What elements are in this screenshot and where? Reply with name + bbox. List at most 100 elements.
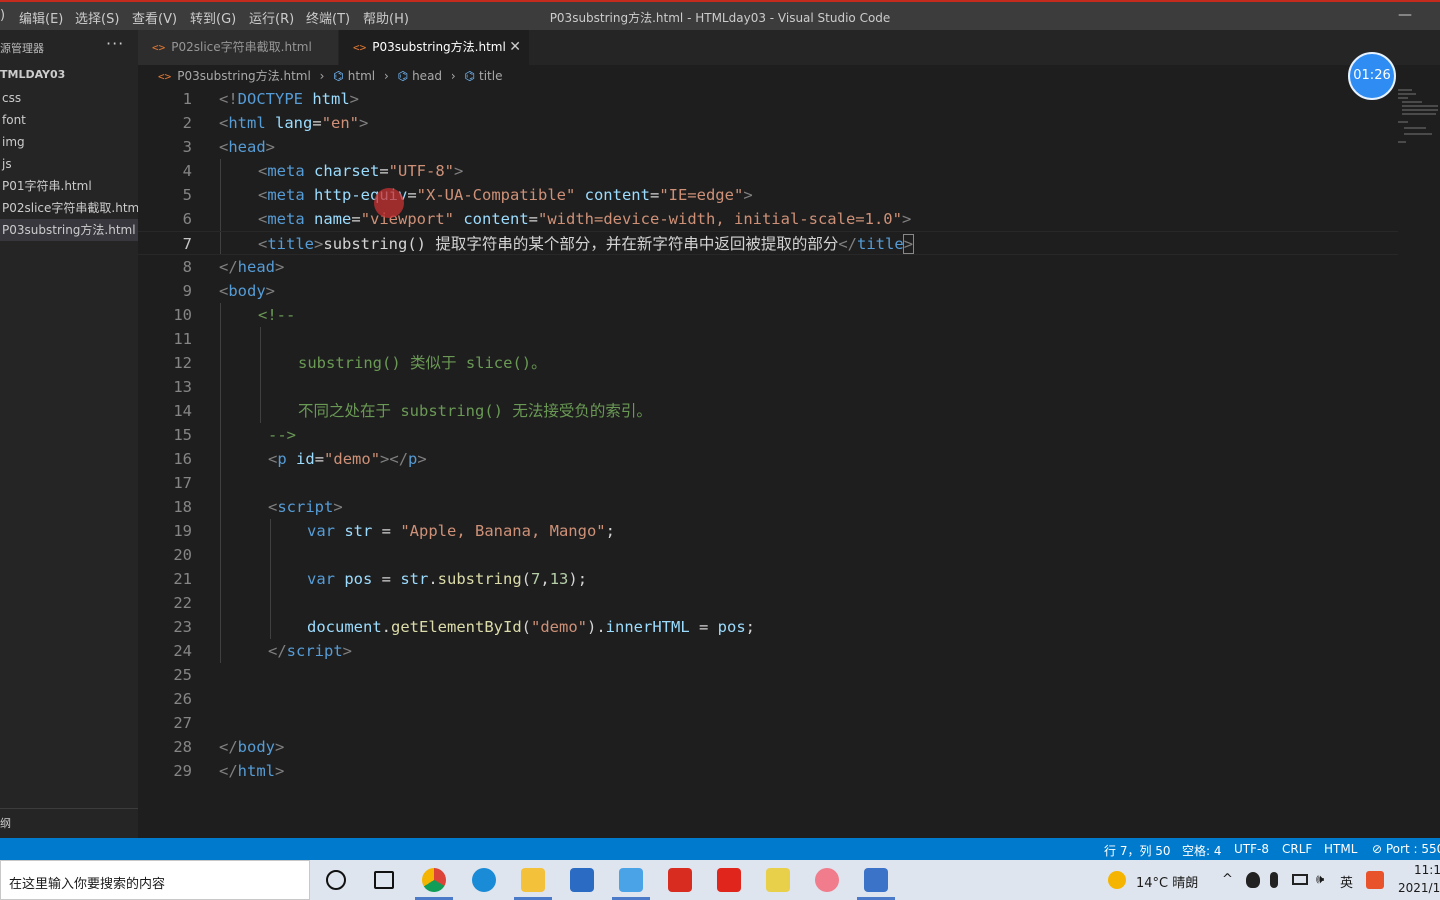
code-line[interactable]: 19 var str = "Apple, Banana, Mango"; — [138, 519, 1398, 543]
app-yellow-icon[interactable] — [766, 868, 790, 892]
code-line[interactable]: 28 </body> — [138, 735, 1398, 759]
tree-item-p01[interactable]: P01字符串.html — [0, 175, 138, 197]
cursor-position[interactable]: 行 7，列 50 — [1104, 842, 1171, 859]
code-line[interactable]: 21 var pos = str.substring(7,13); — [138, 567, 1398, 591]
breadcrumb-file[interactable]: P03substring方法.html — [177, 69, 311, 83]
cortana-icon[interactable] — [326, 870, 346, 890]
tree-item-p03[interactable]: P03substring方法.html — [0, 219, 138, 241]
line-number: 7 — [182, 235, 192, 253]
ime-icon[interactable]: 英 — [1340, 872, 1353, 891]
minimize-button[interactable]: — — [1398, 7, 1412, 23]
more-actions-icon[interactable]: ··· — [106, 34, 124, 53]
tree-item-font[interactable]: font — [0, 109, 138, 131]
qq-icon[interactable] — [1246, 872, 1260, 888]
breadcrumb-head[interactable]: head — [412, 69, 442, 83]
code-line[interactable]: 11 — [138, 327, 1398, 351]
tree-item-css[interactable]: css — [0, 87, 138, 109]
element-icon: ⌬ — [464, 69, 475, 83]
recording-timer[interactable]: 01:26 — [1348, 52, 1396, 100]
line-number: 16 — [173, 450, 192, 468]
tree-item-img[interactable]: img — [0, 131, 138, 153]
code-text: </head> — [219, 258, 285, 276]
indentation[interactable]: 空格: 4 — [1182, 842, 1222, 859]
code-line[interactable]: 18 <script> — [138, 495, 1398, 519]
line-number: 27 — [173, 714, 192, 732]
microphone-icon[interactable] — [1270, 872, 1278, 888]
line-number: 25 — [173, 666, 192, 684]
code-text: 不同之处在于 substring() 无法接受负的索引。 — [298, 402, 652, 420]
code-line[interactable]: 8 </head> — [138, 255, 1398, 279]
code-line[interactable]: 10 <!-- — [138, 303, 1398, 327]
code-line[interactable]: 2 <html lang="en"> — [138, 111, 1398, 135]
chrome-icon[interactable] — [422, 868, 446, 892]
code-line[interactable]: 12 substring() 类似于 slice()。 — [138, 351, 1398, 375]
folder-icon[interactable] — [521, 868, 545, 892]
wps-icon[interactable] — [668, 868, 692, 892]
code-line[interactable]: 24 </script> — [138, 639, 1398, 663]
tab-p03substring[interactable]: <> P03substring方法.html ✕ — [339, 30, 529, 65]
code-line[interactable]: 27 — [138, 711, 1398, 735]
mail-icon[interactable] — [570, 868, 594, 892]
code-line[interactable]: 17 — [138, 471, 1398, 495]
code-line[interactable]: 14 不同之处在于 substring() 无法接受负的索引。 — [138, 399, 1398, 423]
code-line[interactable]: 15 --> — [138, 423, 1398, 447]
minimap[interactable] — [1394, 87, 1440, 157]
clock-time[interactable]: 11:1 — [1414, 863, 1440, 877]
youdao-icon[interactable] — [717, 868, 741, 892]
live-server-port[interactable]: ⊘ Port : 550 — [1372, 842, 1440, 856]
code-line[interactable]: 13 — [138, 375, 1398, 399]
line-number: 17 — [173, 474, 192, 492]
code-line[interactable]: 25 — [138, 663, 1398, 687]
line-ending[interactable]: CRLF — [1282, 842, 1312, 856]
language-mode[interactable]: HTML — [1324, 842, 1357, 856]
code-line-current[interactable]: 7 <title>substring() 提取字符串的某个部分，并在新字符串中返回… — [138, 231, 1398, 255]
app-pink-icon[interactable] — [815, 868, 839, 892]
line-number: 24 — [173, 642, 192, 660]
clock-date[interactable]: 2021/12 — [1398, 881, 1440, 895]
breadcrumb-html[interactable]: html — [348, 69, 375, 83]
explorer-header: 源管理器 — [0, 42, 44, 55]
code-line[interactable]: 23 document.getElementById("demo").innerH… — [138, 615, 1398, 639]
breadcrumb-title[interactable]: title — [479, 69, 502, 83]
weather-text[interactable]: 14°C 晴朗 — [1136, 872, 1198, 891]
encoding[interactable]: UTF-8 — [1234, 842, 1269, 856]
volume-icon[interactable]: 🕪 — [1316, 872, 1324, 887]
code-line[interactable]: 20 — [138, 543, 1398, 567]
element-icon: ⌬ — [333, 69, 344, 83]
task-view-icon[interactable] — [374, 871, 394, 889]
tree-item-p02[interactable]: P02slice字符串截取.html — [0, 197, 138, 219]
code-line[interactable]: 26 — [138, 687, 1398, 711]
tray-chevron-up-icon[interactable]: ^ — [1222, 872, 1233, 887]
vscode-icon[interactable] — [864, 868, 888, 892]
title-bar: ) 编辑(E) 选择(S) 查看(V) 转到(G) 运行(R) 终端(T) 帮助… — [0, 0, 1440, 30]
tree-item-js[interactable]: js — [0, 153, 138, 175]
windows-taskbar: 在这里输入你要搜索的内容 14°C 晴朗 ^ 🕪 英 11:1 2021/12 — [0, 860, 1440, 900]
code-line[interactable]: 22 — [138, 591, 1398, 615]
battery-icon[interactable] — [1292, 874, 1308, 885]
taskbar-search-placeholder: 在这里输入你要搜索的内容 — [9, 877, 166, 892]
outline-section[interactable]: 纲 — [0, 808, 138, 831]
code-editor[interactable]: 1 <!DOCTYPE html> 2 <html lang="en"> 3 <hea… — [138, 87, 1440, 837]
sogou-icon[interactable] — [1366, 871, 1384, 889]
code-line[interactable]: 3 <head> — [138, 135, 1398, 159]
code-text: <head> — [219, 138, 276, 156]
code-text: <body> — [219, 282, 276, 300]
tab-label: P02slice字符串截取.html — [171, 40, 312, 54]
app-blue-icon[interactable] — [619, 868, 643, 892]
code-text: var str = "Apple, Banana, Mango"; — [307, 522, 615, 540]
code-line[interactable]: 29 </html> — [138, 759, 1398, 783]
code-line[interactable]: 1 <!DOCTYPE html> — [138, 87, 1398, 111]
edge-icon[interactable] — [472, 868, 496, 892]
window-title: P03substring方法.html - HTMLday03 - Visual… — [549, 11, 891, 25]
taskbar-search[interactable]: 在这里输入你要搜索的内容 — [0, 860, 310, 900]
code-line[interactable]: 5 <meta http-equiv="X-UA-Compatible" cont… — [138, 183, 1398, 207]
line-number: 23 — [173, 618, 192, 636]
code-line[interactable]: 4 <meta charset="UTF-8"> — [138, 159, 1398, 183]
workspace-folder[interactable]: TMLDAY03 — [0, 68, 65, 81]
close-icon[interactable]: ✕ — [509, 30, 521, 65]
tab-p02slice[interactable]: <> P02slice字符串截取.html — [138, 30, 338, 65]
code-line[interactable]: 16 <p id="demo"></p> — [138, 447, 1398, 471]
code-line[interactable]: 6 <meta name="viewport" content="width=de… — [138, 207, 1398, 231]
code-line[interactable]: 9 <body> — [138, 279, 1398, 303]
code-text: </script> — [268, 642, 353, 660]
